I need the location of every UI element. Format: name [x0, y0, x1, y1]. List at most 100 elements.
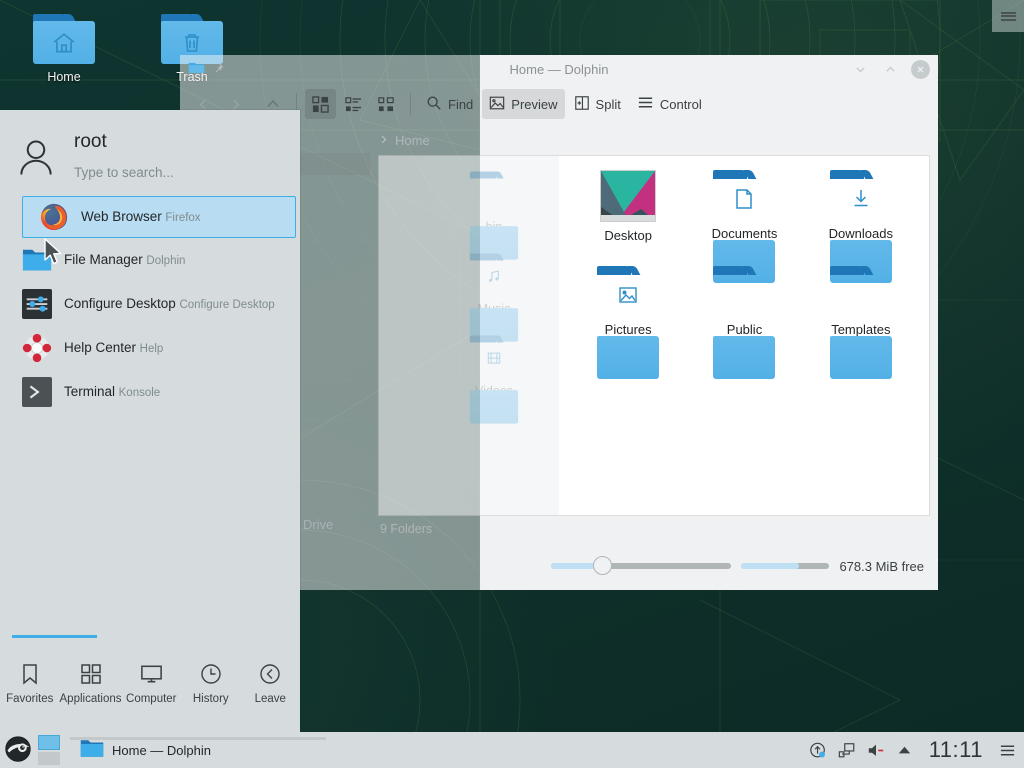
kickoff-tab-leave[interactable]: Leave: [241, 657, 301, 705]
pager-desktop-1[interactable]: [38, 735, 60, 750]
monitor-icon: [139, 657, 164, 691]
settings-icon: [20, 287, 54, 321]
file-view[interactable]: bin Music Videos: [378, 155, 930, 516]
file-item-label: Pictures: [605, 322, 652, 337]
network-display-icon[interactable]: [838, 741, 856, 759]
status-bar: 9 Folders: [370, 516, 938, 542]
kickoff-tab-favorites[interactable]: Favorites: [0, 657, 60, 705]
preview-button[interactable]: Preview: [482, 89, 564, 119]
avatar[interactable]: [0, 132, 72, 180]
kickoff-item-file-manager[interactable]: File Manager Dolphin: [0, 238, 300, 282]
file-item-label: Documents: [712, 226, 778, 241]
breadcrumb[interactable]: Home: [370, 125, 938, 155]
panel-menu-icon[interactable]: [998, 741, 1016, 759]
task-manager[interactable]: Home — Dolphin: [60, 735, 809, 765]
control-label: Control: [660, 97, 702, 112]
terminal-icon: [20, 375, 54, 409]
zoom-slider-knob[interactable]: [593, 556, 612, 575]
folder-plain-icon: [830, 266, 892, 316]
hamburger-icon: [637, 94, 654, 114]
desktop-toolbox-button[interactable]: [992, 0, 1024, 32]
kickoff-active-tab-indicator: [12, 635, 97, 638]
file-item-documents[interactable]: Documents: [686, 170, 802, 266]
kickoff-header: root Type to search...: [0, 110, 300, 196]
digital-clock[interactable]: 11:11: [925, 737, 987, 763]
kickoff-item-subtitle: Konsole: [119, 387, 161, 399]
kickoff-tab-history[interactable]: History: [181, 657, 241, 705]
kickoff-item-configure-desktop[interactable]: Configure Desktop Configure Desktop: [0, 282, 300, 326]
view-icons-button[interactable]: [305, 89, 336, 119]
kickoff-item-help-center[interactable]: Help Center Help: [0, 326, 300, 370]
application-launcher-button[interactable]: [0, 732, 36, 768]
file-item-label: Templates: [831, 322, 890, 337]
kickoff-item-web-browser[interactable]: Web Browser Firefox: [22, 196, 296, 238]
control-button[interactable]: Control: [630, 89, 709, 119]
wallpaper-thumb: [600, 170, 656, 222]
folder-home-icon: [33, 14, 95, 64]
kickoff-tab-label: Favorites: [6, 693, 53, 705]
zoom-slider[interactable]: [551, 563, 731, 569]
kickoff-item-title: Terminal: [64, 384, 115, 399]
kickoff-tab-applications[interactable]: Applications: [60, 657, 122, 705]
folder-pictures-icon: [597, 266, 659, 316]
power-back-icon: [258, 657, 282, 691]
kickoff-item-subtitle: Dolphin: [146, 255, 185, 267]
titlebar[interactable]: Home — Dolphin: [180, 55, 938, 83]
hamburger-bar: [1001, 15, 1016, 17]
dolphin-icon: [20, 243, 54, 277]
kickoff-tab-computer[interactable]: Computer: [122, 657, 182, 705]
volume-muted-icon[interactable]: [867, 741, 885, 759]
show-hidden-tray-icon[interactable]: [896, 741, 914, 759]
lifering-icon: [20, 331, 54, 365]
desktop-icon-home[interactable]: Home: [16, 14, 112, 84]
search-icon: [426, 95, 442, 114]
split-button[interactable]: Split: [567, 89, 628, 119]
close-button[interactable]: [911, 60, 930, 79]
split-icon: [574, 95, 590, 114]
kickoff-item-subtitle: Configure Desktop: [179, 299, 274, 311]
folder-documents-icon: [713, 170, 775, 220]
free-space-fill: [741, 563, 799, 569]
kickoff-item-subtitle: Help: [140, 343, 164, 355]
file-item-label: Public: [727, 322, 762, 337]
system-tray[interactable]: 11:11: [809, 737, 1024, 763]
bookmark-icon: [18, 657, 42, 691]
view-compact-button[interactable]: [371, 89, 402, 119]
kickoff-username: root: [74, 132, 174, 153]
kickoff-menu[interactable]: root Type to search... Web Brows: [0, 110, 300, 735]
kickoff-item-terminal[interactable]: Terminal Konsole: [0, 370, 300, 414]
pager-widget[interactable]: [38, 735, 60, 765]
updates-icon[interactable]: [809, 741, 827, 759]
firefox-icon: [37, 200, 71, 234]
minimize-button[interactable]: [851, 60, 869, 78]
taskbar-panel[interactable]: Home — Dolphin: [0, 732, 1024, 768]
folder-downloads-icon: [830, 170, 892, 220]
folder-plain-icon: [713, 266, 775, 316]
kickoff-item-title: Help Center: [64, 340, 136, 355]
kickoff-tab-label: Computer: [126, 693, 177, 705]
file-item-label: Desktop: [604, 228, 652, 243]
maximize-button[interactable]: [881, 60, 899, 78]
file-item-public[interactable]: Public: [686, 266, 802, 362]
dolphin-view-column: Home bin Musi: [370, 125, 938, 542]
kickoff-item-subtitle: Firefox: [165, 212, 200, 224]
grid-icon: [79, 657, 103, 691]
kickoff-tabs[interactable]: Favorites Applications Computer: [0, 635, 300, 705]
view-details-button[interactable]: [338, 89, 369, 119]
file-item-downloads[interactable]: Downloads: [803, 170, 919, 266]
file-item-pictures[interactable]: Pictures: [570, 266, 686, 362]
folder-music-icon: [470, 254, 518, 293]
file-item-label: Downloads: [829, 226, 893, 241]
pager-desktop-2[interactable]: [38, 752, 60, 765]
window-title: Home — Dolphin: [180, 62, 938, 77]
kickoff-tab-label: Leave: [255, 693, 286, 705]
file-grid[interactable]: Desktop Documents: [560, 156, 929, 515]
kickoff-tab-label: Applications: [60, 693, 122, 705]
file-view-opaque[interactable]: Desktop Documents: [559, 156, 929, 515]
chevron-right-icon: [378, 133, 389, 148]
status-label: 9 Folders: [380, 522, 432, 536]
kickoff-search-input[interactable]: Type to search...: [74, 165, 174, 180]
find-button[interactable]: Find: [419, 89, 480, 119]
file-item-desktop[interactable]: Desktop: [570, 170, 686, 266]
file-item-templates[interactable]: Templates: [803, 266, 919, 362]
